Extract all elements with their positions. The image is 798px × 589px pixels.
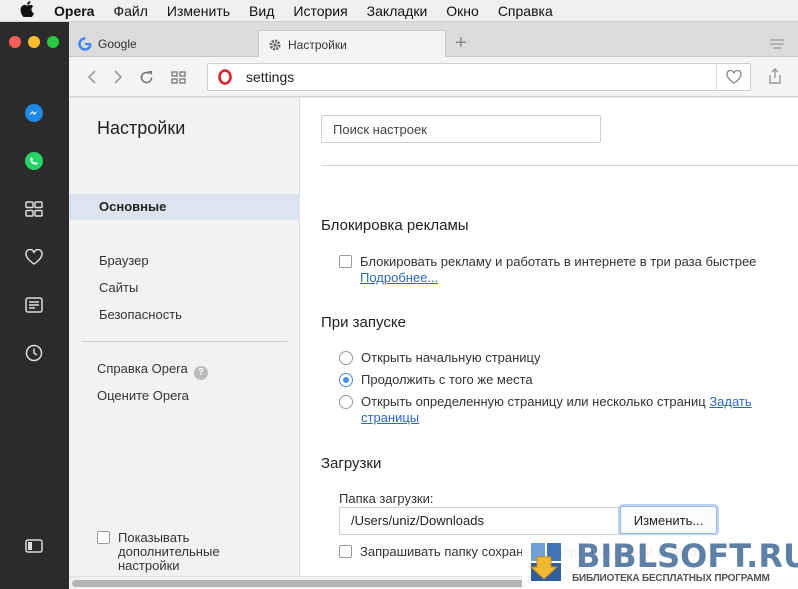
settings-page: Настройки Основные Браузер Сайты Безопас… bbox=[69, 98, 798, 589]
heart-icon[interactable] bbox=[24, 247, 44, 267]
watermark-brand: BIBLSOFT.RU bbox=[576, 537, 798, 575]
download-path-field[interactable]: /Users/uniz/Downloads bbox=[339, 507, 619, 535]
nav-item-help[interactable]: Справка Opera? bbox=[97, 361, 208, 380]
nav-item-basic[interactable]: Основные bbox=[69, 194, 300, 220]
gear-icon bbox=[267, 37, 283, 53]
watermark: BIBLSOFT.RU БИБЛИОТЕКА БЕСПЛАТНЫХ ПРОГРА… bbox=[522, 535, 798, 589]
nav-item-security[interactable]: Безопасность bbox=[99, 307, 182, 322]
adblock-option[interactable]: Блокировать рекламу и работать в интерне… bbox=[339, 254, 756, 286]
url-text: settings bbox=[246, 69, 295, 85]
adblock-more-link[interactable]: Подробнее... bbox=[360, 270, 438, 285]
startup-option-continue[interactable]: Продолжить с того же места bbox=[339, 372, 533, 388]
advanced-settings-toggle[interactable]: Показывать дополнительные настройки bbox=[97, 531, 238, 573]
toolbar: settings bbox=[69, 57, 798, 97]
browser-window: Google Настройки + settings Настройки Ос… bbox=[0, 22, 798, 589]
specific-pages-label: Открыть определенную страницу или нескол… bbox=[361, 394, 706, 409]
start-page-radio[interactable] bbox=[339, 351, 353, 365]
back-button[interactable] bbox=[83, 68, 101, 86]
nav-divider bbox=[82, 341, 287, 342]
opera-logo-icon bbox=[212, 69, 238, 85]
startup-heading: При запуске bbox=[321, 314, 406, 331]
specific-pages-text: Открыть определенную страницу или нескол… bbox=[361, 394, 791, 426]
search-settings-input[interactable] bbox=[321, 115, 601, 143]
divider bbox=[321, 165, 798, 166]
menu-edit[interactable]: Изменить bbox=[167, 3, 230, 19]
messenger-icon[interactable] bbox=[24, 103, 44, 123]
tab-label: Google bbox=[98, 37, 137, 51]
address-bar[interactable]: settings bbox=[207, 63, 751, 91]
watermark-subtitle: БИБЛИОТЕКА БЕСПЛАТНЫХ ПРОГРАММ bbox=[572, 573, 770, 584]
opera-sidebar bbox=[0, 22, 69, 589]
watermark-logo-icon bbox=[529, 543, 561, 581]
forward-button[interactable] bbox=[109, 68, 127, 86]
menu-window[interactable]: Окно bbox=[446, 3, 479, 19]
help-question-icon: ? bbox=[193, 365, 208, 380]
menu-view[interactable]: Вид bbox=[249, 3, 274, 19]
bookmark-heart-icon[interactable] bbox=[716, 64, 750, 90]
adblock-heading: Блокировка рекламы bbox=[321, 217, 469, 234]
zoom-window-button[interactable] bbox=[47, 36, 59, 48]
nav-item-label: Основные bbox=[99, 199, 167, 214]
apple-icon[interactable] bbox=[20, 1, 34, 20]
advanced-label: Показывать дополнительные настройки bbox=[118, 530, 220, 573]
history-icon[interactable] bbox=[24, 343, 44, 363]
nav-item-rate[interactable]: Оцените Opera bbox=[97, 388, 189, 403]
tab-google[interactable]: Google bbox=[69, 30, 258, 58]
share-icon[interactable] bbox=[768, 68, 782, 87]
change-folder-button[interactable]: Изменить... bbox=[620, 506, 717, 534]
tab-strip: Google Настройки + bbox=[69, 22, 798, 58]
nav-item-browser[interactable]: Браузер bbox=[99, 253, 149, 268]
continue-label: Продолжить с того же места bbox=[361, 372, 533, 387]
news-icon[interactable] bbox=[24, 295, 44, 315]
tabs-grid-icon[interactable] bbox=[169, 68, 187, 86]
menu-bar: Opera Файл Изменить Вид История Закладки… bbox=[0, 0, 798, 22]
tab-label: Настройки bbox=[288, 37, 347, 52]
scrollbar-thumb[interactable] bbox=[72, 580, 532, 587]
close-window-button[interactable] bbox=[9, 36, 21, 48]
ask-save-folder-checkbox[interactable] bbox=[339, 545, 352, 558]
continue-radio[interactable] bbox=[339, 373, 353, 387]
nav-item-sites[interactable]: Сайты bbox=[99, 280, 138, 295]
speed-dial-icon[interactable] bbox=[24, 199, 44, 219]
help-label: Справка Opera bbox=[97, 361, 188, 376]
reload-button[interactable] bbox=[137, 68, 155, 86]
adblock-label: Блокировать рекламу и работать в интерне… bbox=[360, 254, 757, 269]
specific-pages-radio[interactable] bbox=[339, 395, 353, 409]
start-page-label: Открыть начальную страницу bbox=[361, 350, 541, 365]
menu-file[interactable]: Файл bbox=[113, 3, 147, 19]
window-controls bbox=[9, 36, 59, 48]
new-tab-button[interactable]: + bbox=[455, 32, 467, 55]
sidebar-toggle-icon[interactable] bbox=[24, 536, 44, 556]
adblock-checkbox[interactable] bbox=[339, 255, 352, 268]
download-folder-label: Папка загрузки: bbox=[339, 491, 434, 506]
tab-menu-icon[interactable] bbox=[770, 37, 784, 52]
whatsapp-icon[interactable] bbox=[24, 151, 44, 171]
menu-history[interactable]: История bbox=[293, 3, 347, 19]
adblock-text: Блокировать рекламу и работать в интерне… bbox=[360, 254, 756, 286]
menu-bookmarks[interactable]: Закладки bbox=[367, 3, 428, 19]
settings-main: Блокировка рекламы Блокировать рекламу и… bbox=[300, 98, 798, 589]
minimize-window-button[interactable] bbox=[28, 36, 40, 48]
menu-app-opera[interactable]: Opera bbox=[54, 3, 94, 19]
settings-nav: Настройки Основные Браузер Сайты Безопас… bbox=[69, 98, 300, 589]
advanced-checkbox[interactable] bbox=[97, 531, 110, 544]
menu-help[interactable]: Справка bbox=[498, 3, 553, 19]
google-icon bbox=[77, 36, 93, 52]
settings-title: Настройки bbox=[97, 118, 186, 138]
startup-option-start-page[interactable]: Открыть начальную страницу bbox=[339, 350, 541, 366]
download-path-value: /Users/uniz/Downloads bbox=[351, 513, 484, 528]
startup-option-specific-pages[interactable]: Открыть определенную страницу или нескол… bbox=[339, 394, 791, 426]
downloads-heading: Загрузки bbox=[321, 455, 382, 472]
tab-settings[interactable]: Настройки bbox=[258, 30, 446, 58]
